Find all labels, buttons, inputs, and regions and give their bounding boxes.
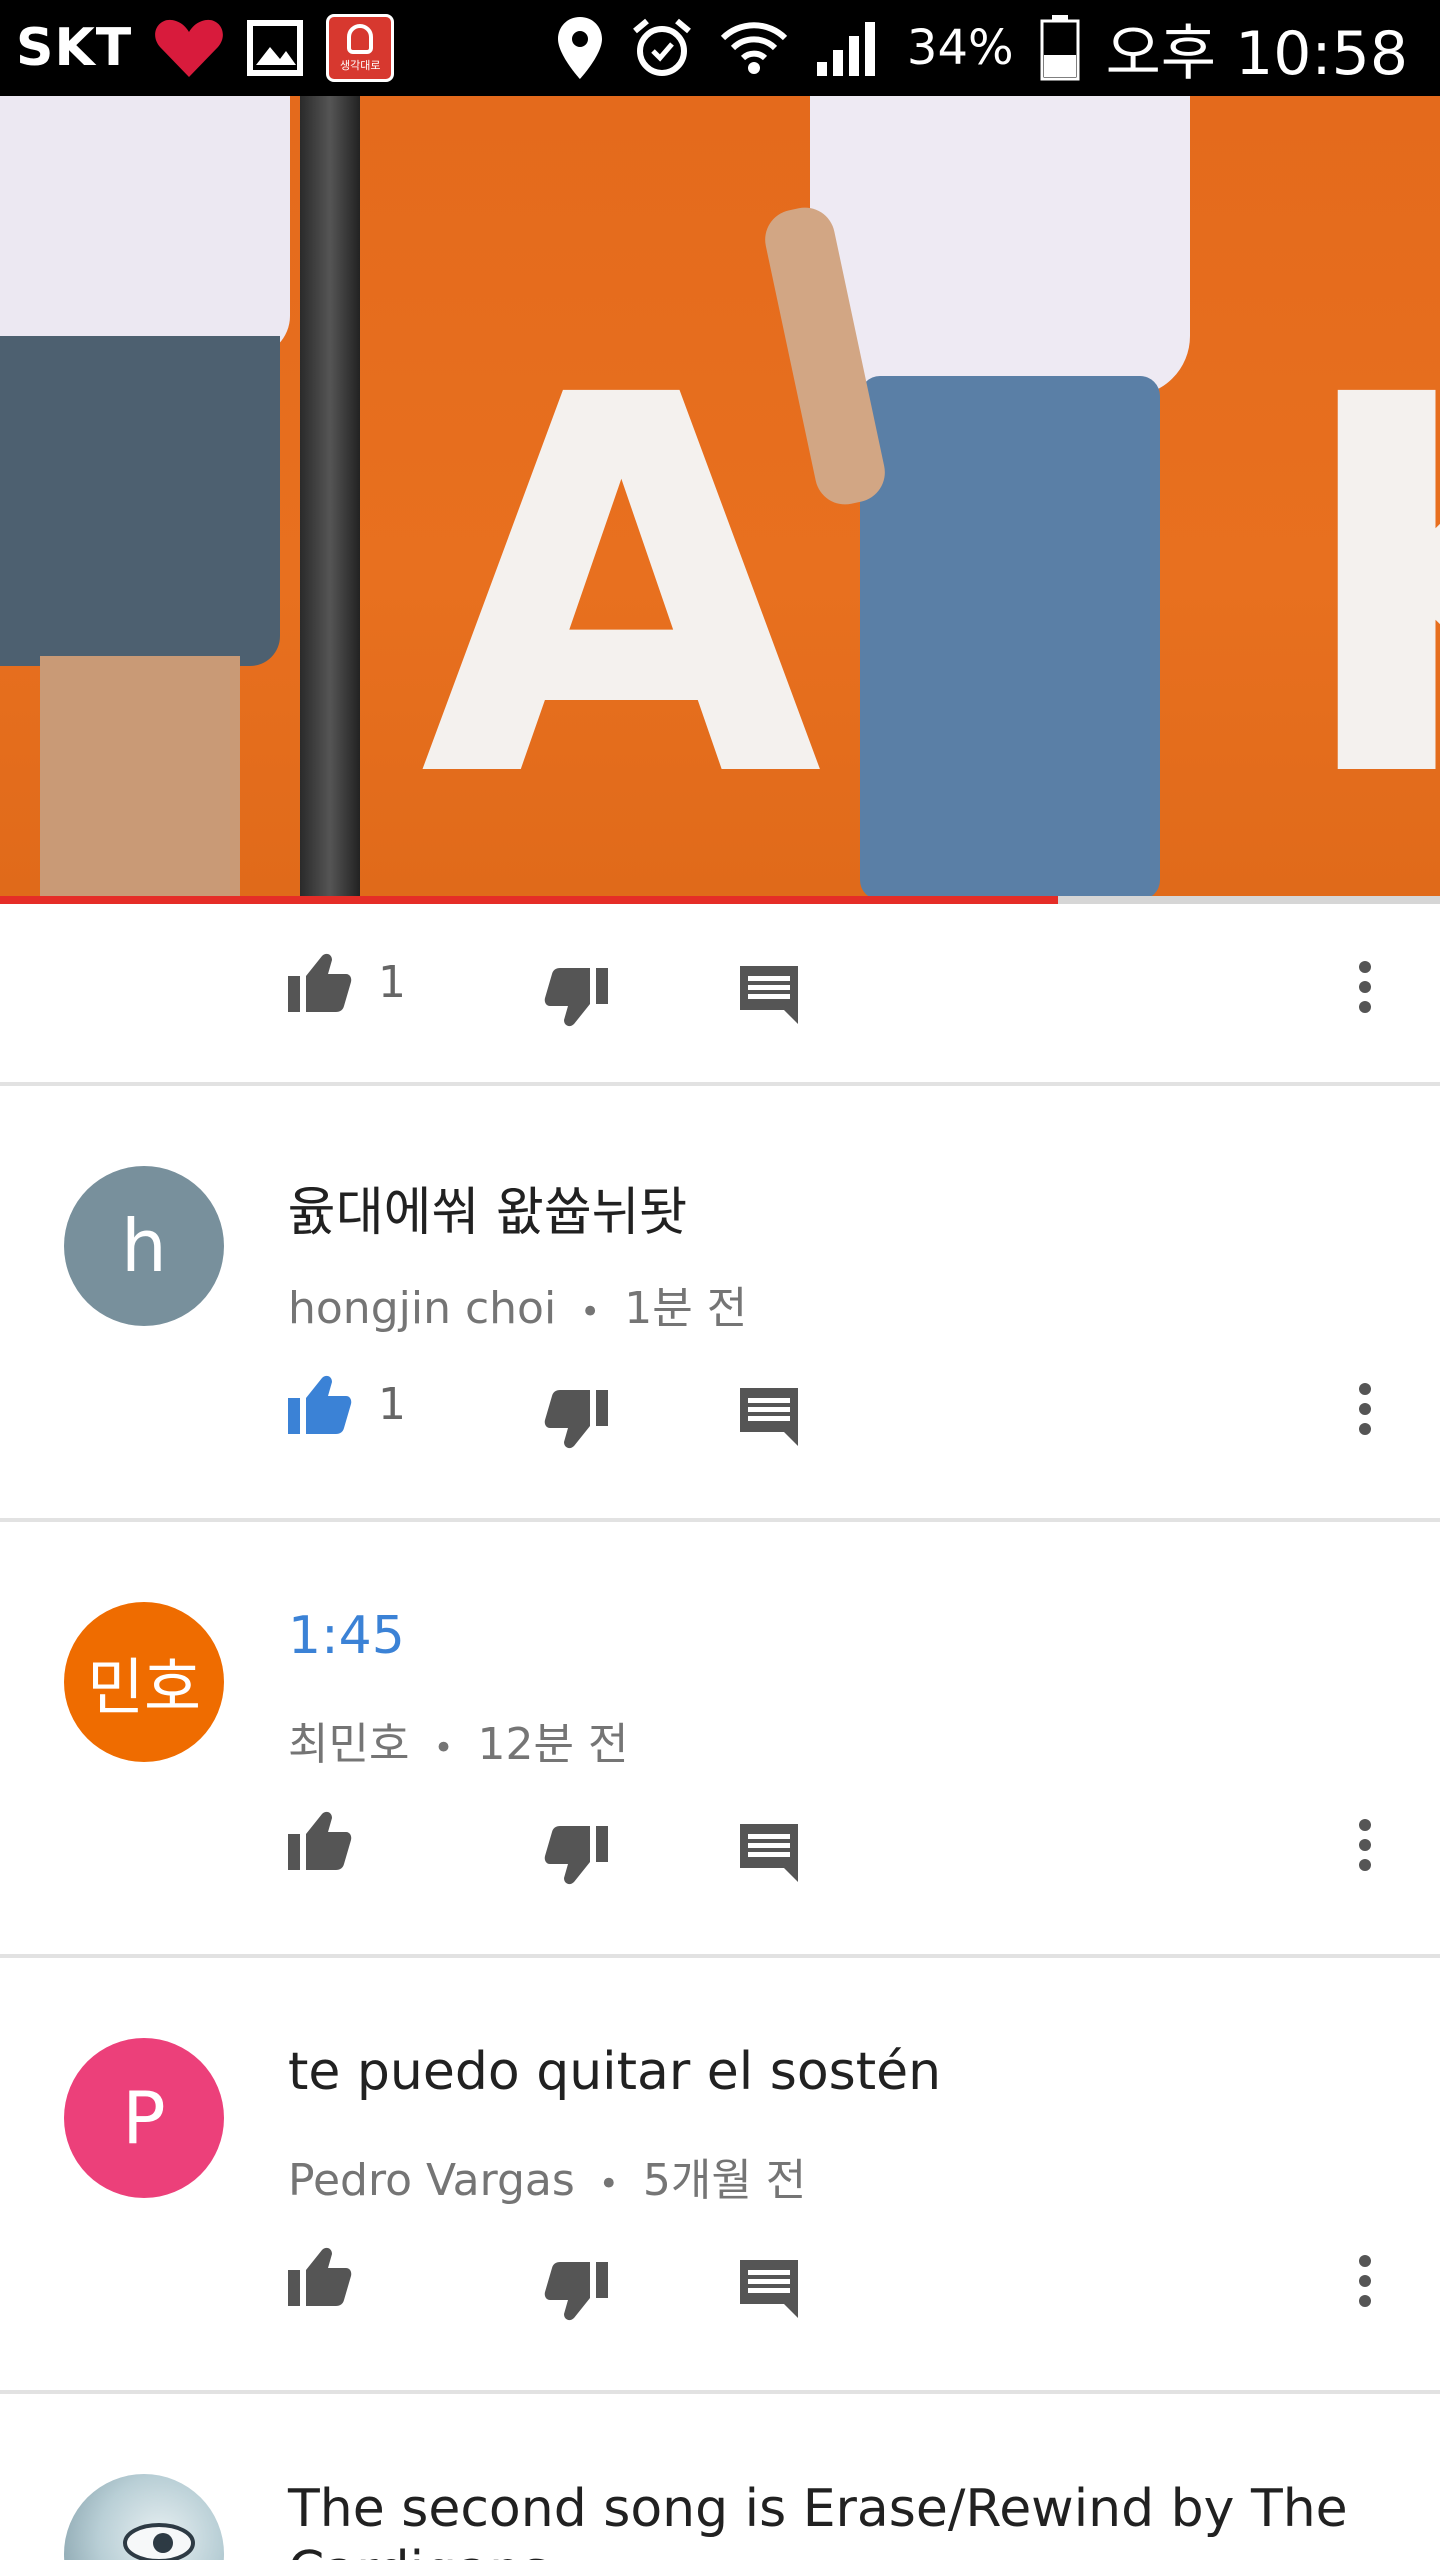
background-letter-a: A [420,286,823,892]
comment-item: The second song is Erase/Rewind by The C… [0,2394,1440,2560]
thumb-down-icon [544,1826,608,1885]
reply-button[interactable] [740,2260,798,2318]
avatar[interactable] [64,2474,224,2560]
comment-author[interactable]: 최민호 [288,1719,409,1770]
video-progress-bar[interactable] [0,896,1440,904]
comment-author[interactable]: Pedro Vargas [288,2155,575,2206]
like-button[interactable]: 1 [288,952,406,1012]
comment-item: 민호 1:45 최민호 • 12분 전 [0,1522,1440,1952]
comment-timestamp-link[interactable]: 1:45 [288,1606,405,1666]
comment-meta: 최민호 • 12분 전 [288,1708,628,1772]
video-figure-left [0,96,320,900]
dislike-button[interactable] [544,1390,608,1450]
comment-action-row: 1 [0,1374,1440,1464]
comment-meta: hongjin choi • 1분 전 [288,1272,747,1336]
comment-time: 5개월 전 [642,2155,807,2206]
thumb-up-icon [288,1375,352,1434]
comment-text: The second song is Erase/Rewind by The C… [288,2479,1348,2560]
comment-icon [740,2260,798,2318]
more-options-button[interactable] [1358,1382,1372,1436]
more-options-button[interactable] [1358,960,1372,1014]
dislike-button[interactable] [544,2262,608,2322]
comment-item: P te puedo quitar el sostén Pedro Vargas… [0,1958,1440,2388]
like-button[interactable]: 1 [288,1374,406,1434]
avatar-eye-image [123,2523,195,2560]
thumb-up-icon [288,1811,352,1870]
more-vert-icon [1359,1819,1371,1871]
more-vert-icon [1359,961,1371,1013]
signal-icon [815,18,881,78]
heart-icon [154,17,224,79]
comment-icon [740,966,798,1024]
comment-text: 윬대에쒀 왒쓥뉘돳 [288,1183,688,1243]
thumb-down-icon [544,2262,608,2321]
comment-action-row [0,2246,1440,2336]
meta-separator: • [433,1728,454,1768]
clock: 오후 10:58 [1105,18,1408,89]
video-figure-right [759,96,1190,900]
thumb-down-icon [544,1390,608,1449]
dislike-button[interactable] [544,968,608,1028]
like-button[interactable] [288,2246,352,2306]
more-options-button[interactable] [1358,2254,1372,2308]
battery-percent: 34% [906,20,1014,76]
status-bar: SKT 생각대로 34% 오후 10:58 [0,0,1440,96]
battery-icon [1040,15,1080,81]
microphone-stand [300,96,360,900]
comment-author[interactable]: hongjin choi [288,1283,556,1334]
like-button[interactable] [288,1810,352,1870]
more-vert-icon [1359,2255,1371,2307]
background-letter-k: K [1290,286,1440,892]
reply-button[interactable] [740,1388,798,1446]
comment-icon [740,1388,798,1446]
thumb-up-icon [288,2247,352,2306]
video-progress-fill [0,896,1059,904]
meta-separator: • [598,2164,619,2204]
comment-time: 12분 전 [477,1719,629,1770]
more-options-button[interactable] [1358,1818,1372,1872]
comment-icon [740,1824,798,1882]
like-count: 1 [378,1378,406,1430]
comment-text: te puedo quitar el sostén [288,2042,942,2102]
avatar[interactable]: 민호 [64,1602,224,1762]
comment-time: 1분 전 [624,1283,748,1334]
dislike-button[interactable] [544,1826,608,1886]
video-action-row: 1 [0,944,1440,1034]
more-vert-icon [1359,1383,1371,1435]
avatar[interactable]: h [64,1166,224,1326]
reply-button[interactable] [740,1824,798,1882]
thumb-up-icon [288,953,352,1012]
wifi-icon [719,16,789,80]
comment-meta: Pedro Vargas • 5개월 전 [288,2144,806,2208]
location-icon [555,15,605,81]
gallery-icon [246,19,304,77]
reply-button[interactable] [740,966,798,1024]
thumb-down-icon [544,968,608,1027]
comment-item: h 윬대에쒀 왒쓥뉘돳 hongjin choi • 1분 전 1 [0,1086,1440,1516]
meta-separator: • [580,1292,601,1332]
alarm-icon [631,17,693,79]
avatar[interactable]: P [64,2038,224,2198]
like-count: 1 [378,956,406,1008]
app-notification-icon: 생각대로 [326,14,395,82]
carrier-label: SKT [16,18,133,78]
video-player[interactable]: A K [0,96,1440,900]
comment-action-row [0,1810,1440,1900]
